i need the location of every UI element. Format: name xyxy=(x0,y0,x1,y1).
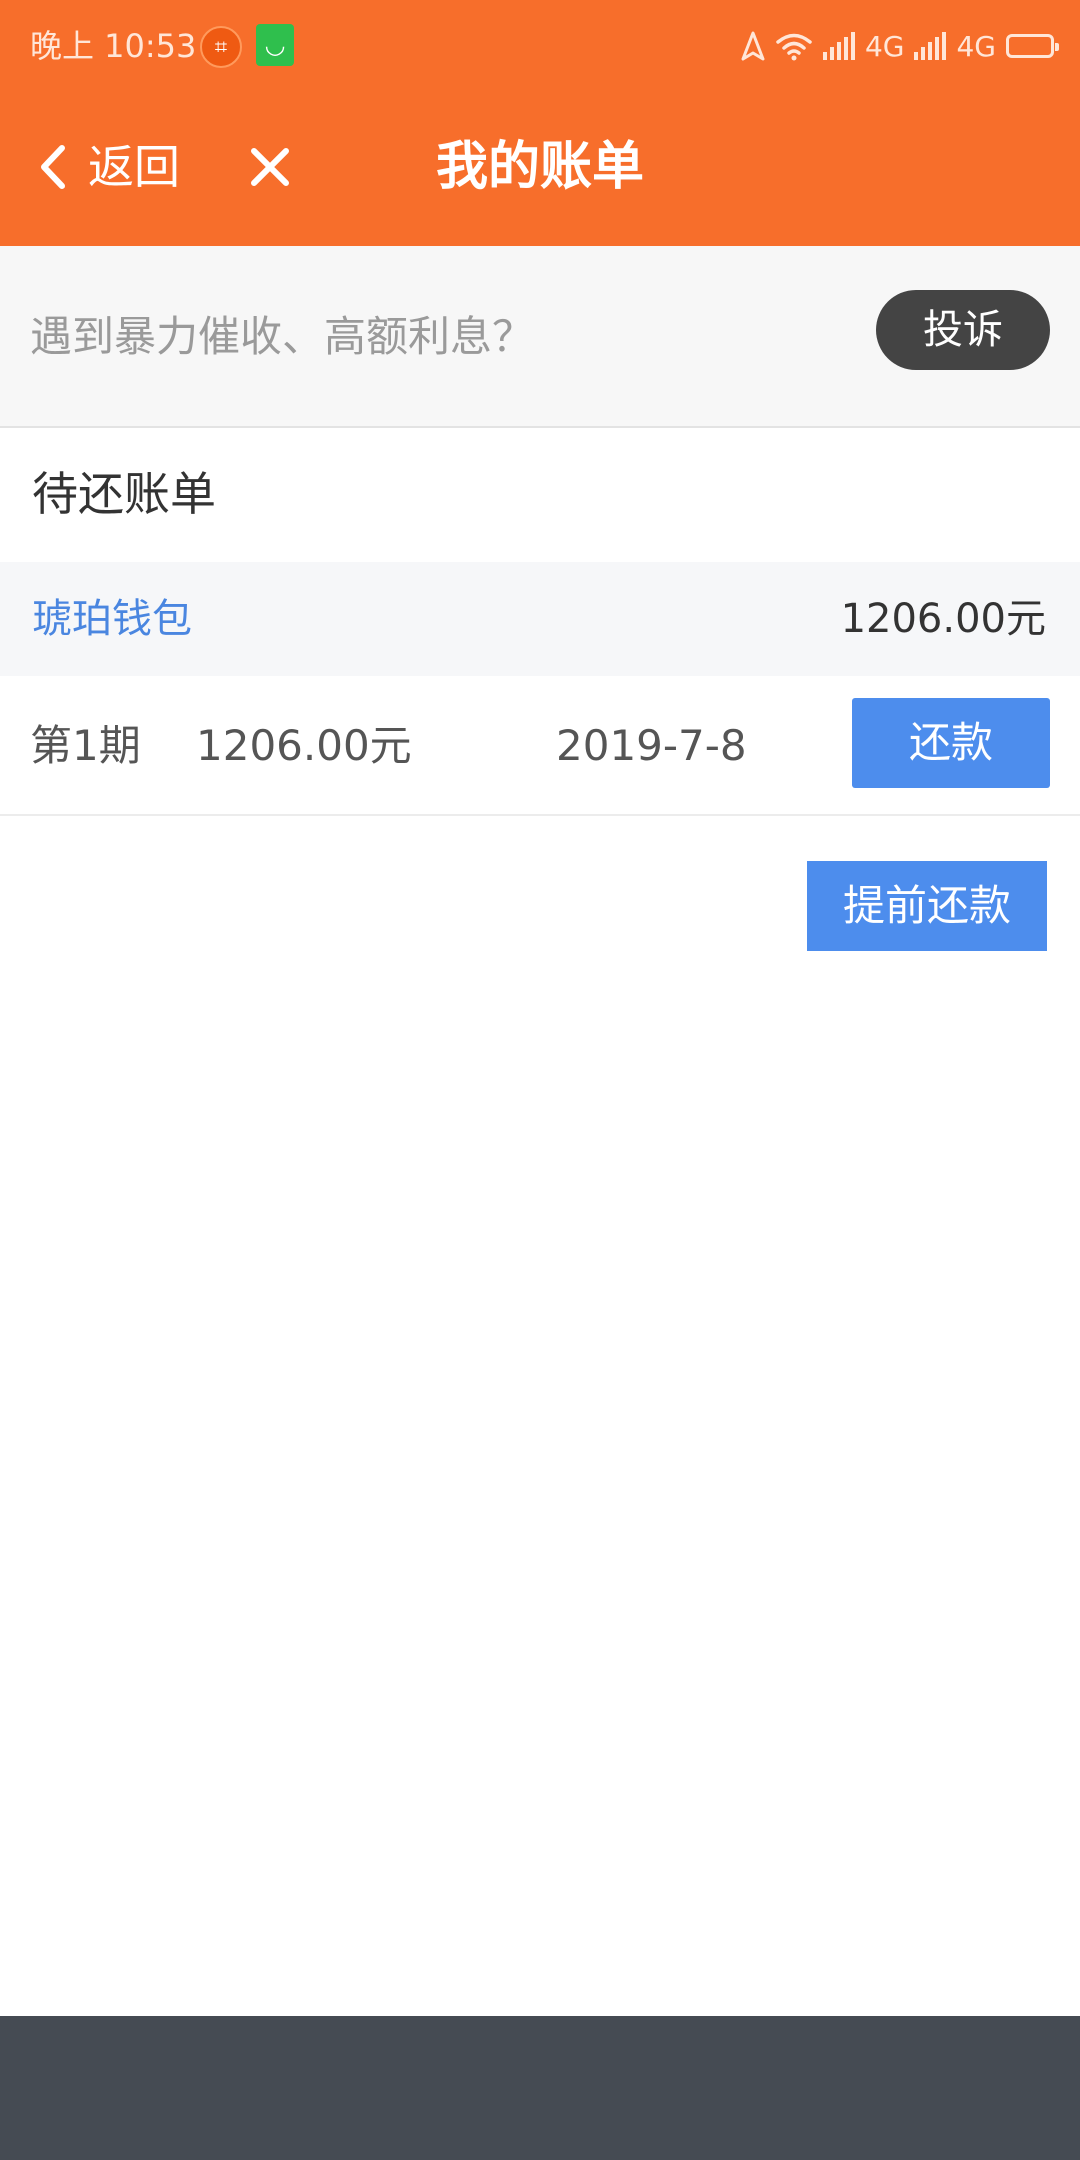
signal-icon-2 xyxy=(914,32,947,60)
prepay-button[interactable]: 提前还款 xyxy=(807,861,1047,951)
complaint-banner: 遇到暴力催收、高额利息？ 投诉 xyxy=(0,246,1080,428)
shopping-bag-app-icon: ◡ xyxy=(256,24,294,66)
signal-icon xyxy=(822,32,855,60)
section-title-pending-bills: 待还账单 xyxy=(32,467,216,521)
network-label-1: 4G xyxy=(864,29,905,63)
bottom-bar xyxy=(0,2016,1080,2160)
status-indicators: 4G 4G xyxy=(741,24,1059,68)
crop-app-icon: ⌗ xyxy=(200,26,242,68)
location-icon xyxy=(741,31,765,61)
status-time: 晚上 10:53 xyxy=(30,27,197,65)
installment-amount: 1206.00元 xyxy=(196,721,412,770)
nav-bar: 返回 我的账单 xyxy=(0,92,1080,246)
platform-name: 琥珀钱包 xyxy=(32,596,192,642)
status-bar: 晚上 10:53 ⌗ ◡ 4G 4G xyxy=(0,0,1080,92)
wifi-icon xyxy=(776,33,812,61)
network-label-2: 4G xyxy=(956,29,996,63)
installment-period: 第1期 xyxy=(30,721,141,770)
complaint-banner-text: 遇到暴力催收、高额利息？ xyxy=(30,312,535,361)
battery-icon xyxy=(1006,34,1059,58)
repay-button[interactable]: 还款 xyxy=(852,698,1050,788)
platform-amount: 1206.00元 xyxy=(840,596,1046,642)
page-title: 我的账单 xyxy=(435,137,644,197)
platform-row: 琥珀钱包 1206.00元 xyxy=(0,562,1080,676)
complain-button[interactable]: 投诉 xyxy=(876,290,1050,370)
installment-row: 第1期 1206.00元 2019-7-8 还款 xyxy=(0,676,1080,816)
installment-due-date: 2019-7-8 xyxy=(556,721,747,770)
